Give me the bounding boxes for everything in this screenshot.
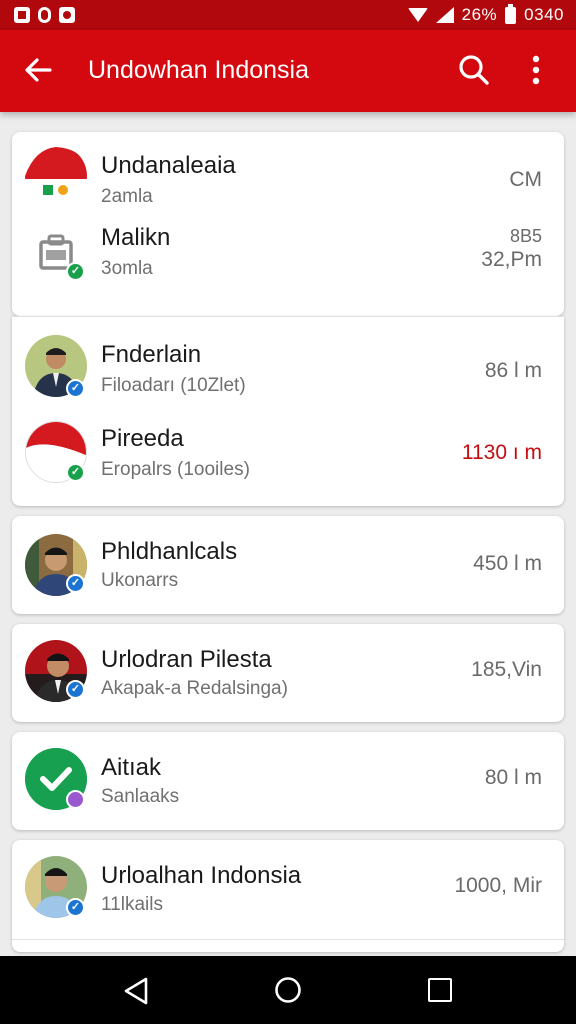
battery-icon	[505, 3, 517, 24]
nav-home-icon[interactable]	[274, 976, 302, 1004]
system-nav-bar	[0, 956, 576, 1024]
chat-name: Malikn	[101, 224, 171, 251]
chat-card: Aitıak Sanlaaks 80 l m	[12, 732, 564, 830]
clock: 0340	[524, 5, 564, 24]
system-icons: 26% 0340	[407, 3, 564, 25]
chat-time: 185,Vin	[471, 658, 542, 681]
verified-badge-icon: ✓	[66, 574, 85, 593]
chat-subtitle: Ukonarrs	[101, 570, 179, 591]
verified-badge-icon: ✓	[66, 379, 85, 398]
chat-list[interactable]: Undanaleaia 2amla CM ✓ Malikn 3omla 8B5 …	[0, 112, 576, 956]
chat-subtitle: Filoadarı (10Zlet)	[101, 375, 246, 396]
chat-subtitle: 2amla	[101, 186, 153, 207]
verified-badge-icon: ✓	[66, 898, 85, 917]
verified-badge-icon: ✓	[66, 680, 85, 699]
flag-avatar	[25, 145, 87, 207]
chat-name: Urloalhan Indonsia	[101, 862, 302, 889]
wifi-icon	[407, 8, 428, 22]
chat-time: 32,Pm	[481, 248, 542, 271]
list-item[interactable]: ✓ Urloalhan Indonsia 11lkails 1000, Mir	[12, 840, 564, 940]
camera-icon	[59, 7, 75, 23]
battery-percent: 26%	[461, 5, 498, 24]
signal-icon	[435, 7, 454, 23]
chat-time: 1130 ı m	[461, 441, 542, 464]
nav-recent-icon[interactable]	[428, 978, 452, 1002]
chat-subtitle: 3omla	[101, 258, 153, 279]
chat-card: ✓ Phldhanlcals Ukonarrs 450 l m	[12, 516, 564, 614]
chat-time: 450 l m	[473, 552, 542, 575]
list-item[interactable]: Aitıak Sanlaaks 80 l m	[12, 732, 564, 830]
chat-name: Urlodran Pilesta	[101, 646, 272, 673]
chat-time: 86 l m	[484, 359, 542, 382]
verified-badge-icon: ✓	[66, 463, 85, 482]
status-bar: 26% 0340	[0, 0, 576, 30]
chat-time: CM	[509, 168, 542, 191]
chat-subtitle: 11lkails	[101, 894, 163, 915]
chat-time-secondary: 8B5	[509, 226, 542, 246]
chat-name: Fnderlain	[101, 341, 202, 368]
oval-icon	[38, 7, 51, 23]
chat-subtitle: Akapak-a Redalsinga)	[101, 678, 288, 699]
verified-badge-icon: ✓	[66, 262, 85, 281]
chat-card: ✓ Fnderlain Filoadarı (10Zlet) 86 l m ✓ …	[12, 316, 564, 506]
status-badge-icon	[66, 790, 85, 809]
chat-name: Aitıak	[101, 754, 162, 781]
chat-card: ✓ Urlodran Pilesta Akapak-a Redalsinga) …	[12, 624, 564, 722]
gallery-icon	[14, 7, 30, 23]
page-title: Undowhan Indonsia	[88, 56, 309, 84]
notification-icons	[14, 7, 75, 23]
list-item[interactable]: ✓ Pireeda Eropalrs (1ooiles) 1130 ı m	[12, 407, 564, 507]
chat-subtitle: Sanlaaks	[101, 786, 180, 807]
more-vert-icon[interactable]	[522, 52, 550, 88]
search-icon[interactable]	[456, 52, 492, 88]
arrow-left-icon[interactable]	[20, 52, 56, 88]
chat-name: Undanaleaia	[101, 152, 236, 179]
chat-name: Phldhanlcals	[101, 538, 238, 565]
list-item[interactable]: ✓ Fnderlain Filoadarı (10Zlet) 86 l m	[12, 317, 564, 407]
list-item[interactable]: ✓ Phldhanlcals Ukonarrs 450 l m	[12, 516, 564, 614]
chat-time: 1000, Mir	[454, 874, 542, 897]
list-item[interactable]: ✓ Urlodran Pilesta Akapak-a Redalsinga) …	[12, 624, 564, 722]
chat-time: 80 l m	[484, 766, 542, 789]
app-bar: Undowhan Indonsia	[0, 30, 576, 112]
nav-back-icon[interactable]	[122, 976, 150, 1006]
chat-name: Pireeda	[101, 425, 184, 452]
chat-card: Undanaleaia 2amla CM ✓ Malikn 3omla 8B5 …	[12, 132, 564, 316]
chat-card: ✓ Urloalhan Indonsia 11lkails 1000, Mir	[12, 840, 564, 952]
chat-subtitle: Eropalrs (1ooiles)	[101, 459, 250, 480]
list-item[interactable]: ✓ Malikn 3omla 8B5 32,Pm	[12, 220, 564, 316]
list-item[interactable]: Undanaleaia 2amla CM	[12, 132, 564, 220]
